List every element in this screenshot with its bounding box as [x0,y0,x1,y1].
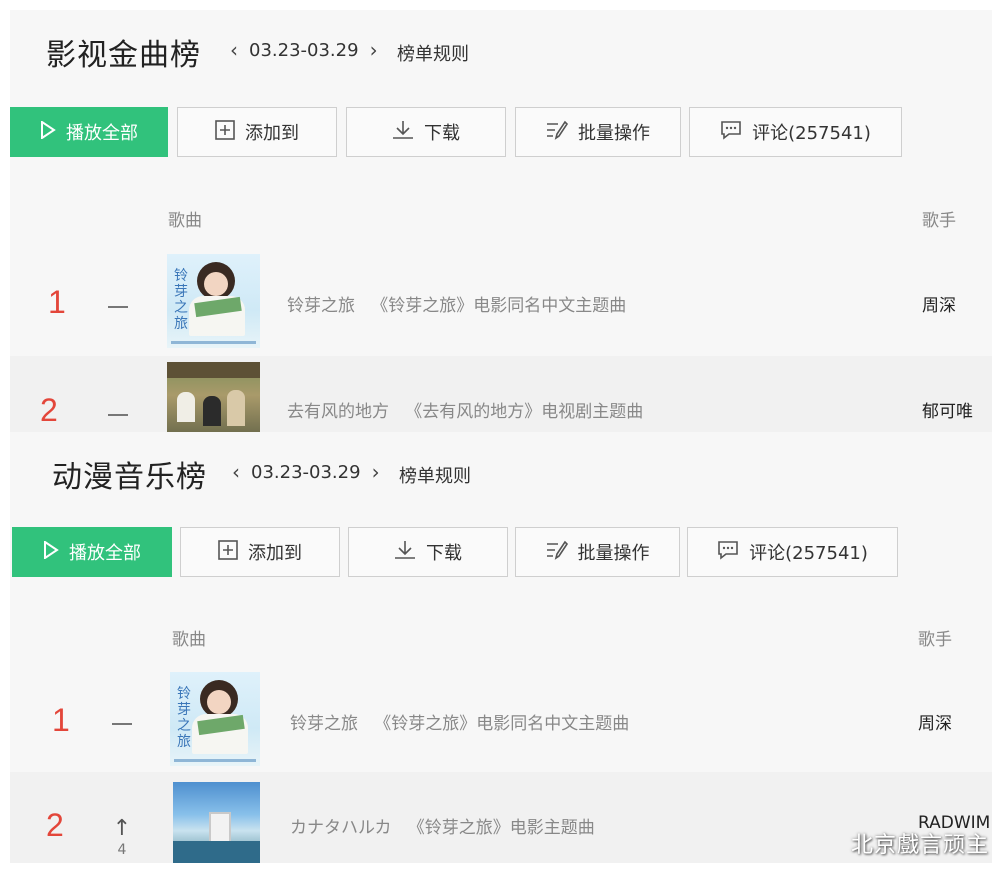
column-header-song: 歌曲 [172,630,206,650]
chevron-left-icon[interactable]: ‹ [225,38,243,62]
chart-panel-film: 影视金曲榜 ‹ 03.23-03.29 › 榜单规则 播放全部 添加到 下载 批… [10,10,992,433]
list-edit-icon [546,540,568,565]
album-cover[interactable]: 铃芽之旅 [167,254,260,348]
rank-number: 1 [48,284,66,320]
rank-unchanged-icon [108,414,128,416]
download-button[interactable]: 下载 [348,527,508,577]
song-name[interactable]: 去有风的地方 [287,402,389,422]
watermark: 北京戲言顽主 [850,833,989,858]
song-title[interactable]: カナタハルカ 《铃芽之旅》电影主题曲 [290,813,595,838]
table-row[interactable]: 2 ↑ 4 カナタハルカ 《铃芽之旅》电影主题曲 RADWIM [10,772,992,863]
song-description: 《去有风的地方》电视剧主题曲 [405,402,644,422]
rank-number: 2 [40,392,58,428]
chart-panel-anime: 动漫音乐榜 ‹ 03.23-03.29 › 榜单规则 播放全部 添加到 下载 批… [10,432,992,863]
chevron-right-icon[interactable]: › [367,460,385,484]
chart-rules-link[interactable]: 榜单规则 [397,40,469,66]
comments-label: 评论(257541) [752,123,871,144]
play-icon [43,539,59,564]
song-description: 《铃芽之旅》电影主题曲 [407,818,595,838]
download-icon [392,120,414,145]
album-cover[interactable] [173,782,260,863]
add-to-button[interactable]: 添加到 [177,107,337,157]
singer-name[interactable]: 郁可唯 [922,397,973,422]
rank-number: 2 [46,807,64,843]
rank-up-icon: ↑ [112,816,132,841]
singer-name[interactable]: 周深 [918,709,952,734]
list-edit-icon [546,120,569,145]
song-name[interactable]: 铃芽之旅 [287,296,355,316]
table-row[interactable]: 2 去有风的地方 《去有风的地方》电视剧主题曲 郁可唯 [10,356,992,433]
chevron-right-icon[interactable]: › [365,38,383,62]
column-header-singer: 歌手 [922,211,956,231]
column-header-singer: 歌手 [918,630,952,650]
chart-rules-link[interactable]: 榜单规则 [399,462,471,488]
play-all-button[interactable]: 播放全部 [12,527,172,577]
comment-icon [720,120,742,145]
comments-button[interactable]: 评论(257541) [689,107,902,157]
play-all-button[interactable]: 播放全部 [10,107,168,157]
play-all-label: 播放全部 [69,543,141,564]
batch-operation-button[interactable]: 批量操作 [515,527,680,577]
comment-icon [717,540,739,565]
comments-button[interactable]: 评论(257541) [687,527,898,577]
rank-change-value: 4 [117,842,127,858]
download-button[interactable]: 下载 [346,107,506,157]
song-title[interactable]: 去有风的地方 《去有风的地方》电视剧主题曲 [287,397,643,422]
batch-operation-label: 批量操作 [577,543,650,564]
album-cover[interactable]: 铃芽之旅 [170,672,260,766]
chevron-left-icon[interactable]: ‹ [227,460,245,484]
album-cover[interactable] [167,362,260,433]
table-row[interactable]: 1 铃芽之旅 铃芽之旅 《铃芽之旅》电影同名中文主题曲 周深 [10,668,992,772]
table-row[interactable]: 1 铃芽之旅 铃芽之旅 《铃芽之旅》电影同名中文主题曲 周深 [10,246,992,356]
song-title[interactable]: 铃芽之旅 《铃芽之旅》电影同名中文主题曲 [290,709,629,734]
singer-name[interactable]: 周深 [922,291,956,316]
comments-label: 评论(257541) [749,543,868,564]
add-to-label: 添加到 [245,123,299,144]
batch-operation-label: 批量操作 [578,123,650,144]
song-description: 《铃芽之旅》电影同名中文主题曲 [374,714,630,734]
song-title[interactable]: 铃芽之旅 《铃芽之旅》电影同名中文主题曲 [287,291,626,316]
add-to-button[interactable]: 添加到 [180,527,340,577]
song-name[interactable]: 铃芽之旅 [290,714,358,734]
rank-unchanged-icon [108,306,128,308]
cover-title: 铃芽之旅 [174,268,188,332]
cover-title: 铃芽之旅 [177,686,191,750]
plus-square-icon [215,119,235,145]
download-icon [394,540,416,565]
plus-square-icon [218,539,238,565]
download-label: 下载 [424,123,460,144]
rank-number: 1 [52,702,70,738]
download-label: 下载 [426,543,462,564]
column-header-song: 歌曲 [168,211,202,231]
song-name[interactable]: カナタハルカ [290,818,392,838]
date-navigator: ‹ 03.23-03.29 › [225,38,383,62]
chart-title: 影视金曲榜 [46,38,201,73]
add-to-label: 添加到 [248,543,302,564]
date-range: 03.23-03.29 [249,39,359,61]
date-range: 03.23-03.29 [251,461,361,483]
play-icon [40,119,56,144]
chart-title: 动漫音乐榜 [52,460,207,495]
date-navigator: ‹ 03.23-03.29 › [227,460,385,484]
play-all-label: 播放全部 [66,123,138,144]
song-description: 《铃芽之旅》电影同名中文主题曲 [371,296,627,316]
rank-unchanged-icon [112,723,132,725]
batch-operation-button[interactable]: 批量操作 [515,107,681,157]
